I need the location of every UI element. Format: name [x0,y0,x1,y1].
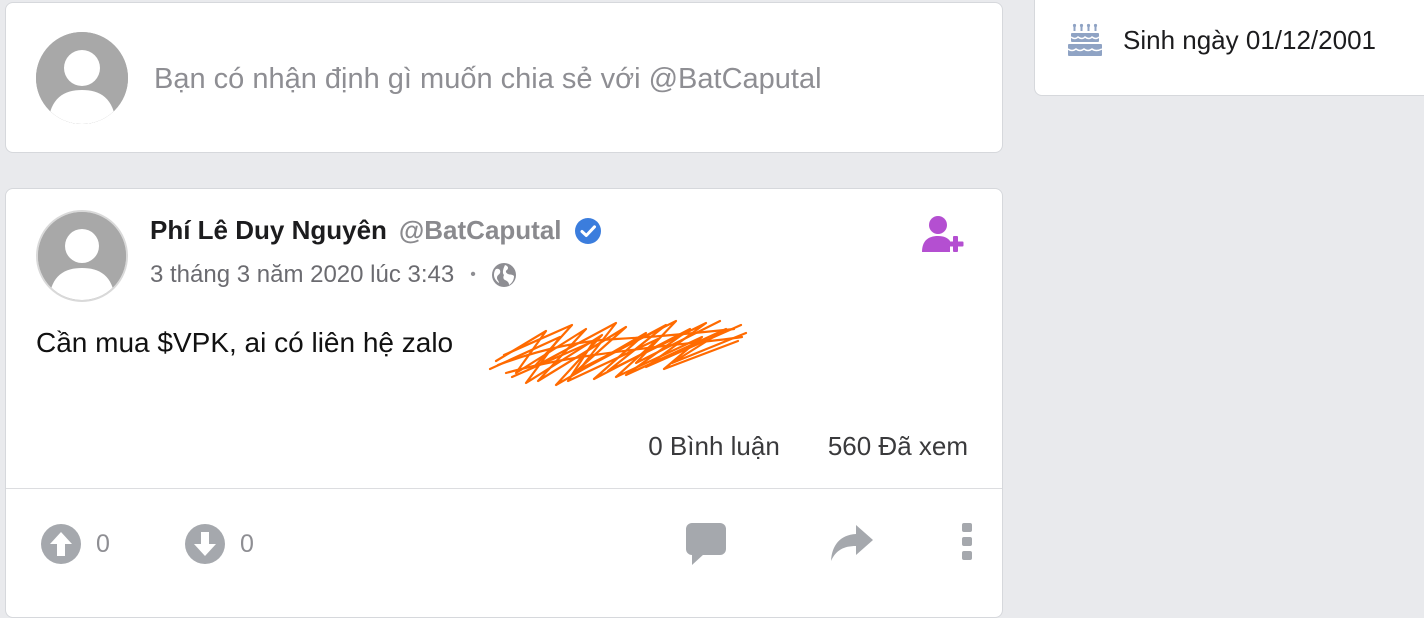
post-card: Phí Lê Duy Nguyên @BatCaputal 3 tháng 3 … [5,188,1003,618]
globe-icon [491,263,516,287]
default-avatar-icon [38,212,126,300]
profile-info-card: Sinh ngày 01/12/2001 [1034,0,1424,96]
post-composer[interactable]: Bạn có nhận định gì muốn chia sẻ với @Ba… [5,2,1003,153]
upvote-count: 0 [96,529,110,558]
view-count: 560 Đã xem [827,431,968,461]
more-vertical-icon [962,523,972,560]
post-stats: 0 Bình luận 560 Đã xem [648,431,968,462]
arrow-down-circle-icon [185,524,225,564]
add-user-icon[interactable] [922,215,970,253]
downvote-count: 0 [240,529,254,558]
birthday-text: Sinh ngày 01/12/2001 [1123,24,1376,55]
post-timestamp[interactable]: 3 tháng 3 năm 2020 lúc 3:43 [150,261,454,289]
comment-bubble-icon [686,523,726,565]
share-arrow-icon [831,525,873,561]
birthday-row: Sinh ngày 01/12/2001 [1067,23,1376,57]
comment-button[interactable] [686,523,726,565]
author-name[interactable]: Phí Lê Duy Nguyên [150,215,387,246]
share-button[interactable] [830,523,874,563]
arrow-up-circle-icon [41,524,81,564]
verified-check-icon [574,217,601,244]
avatar [36,32,128,124]
author-avatar[interactable] [36,210,128,302]
downvote-button[interactable]: 0 [184,523,254,565]
post-content: Cần mua $VPK, ai có liên hệ zalo [36,327,454,358]
composer-input[interactable]: Bạn có nhận định gì muốn chia sẻ với @Ba… [154,63,822,96]
redaction-scribble [488,319,748,387]
birthday-cake-icon [1067,23,1103,56]
comment-count[interactable]: 0 Bình luận [648,431,780,462]
author-line: Phí Lê Duy Nguyên @BatCaputal [150,215,602,246]
divider [6,488,1002,489]
post-meta: 3 tháng 3 năm 2020 lúc 3:43 • [150,261,518,289]
upvote-button[interactable]: 0 [40,523,110,565]
meta-separator: • [470,266,476,283]
more-options-button[interactable] [960,521,974,561]
default-avatar-icon [36,32,128,124]
author-handle[interactable]: @BatCaputal [399,215,562,246]
